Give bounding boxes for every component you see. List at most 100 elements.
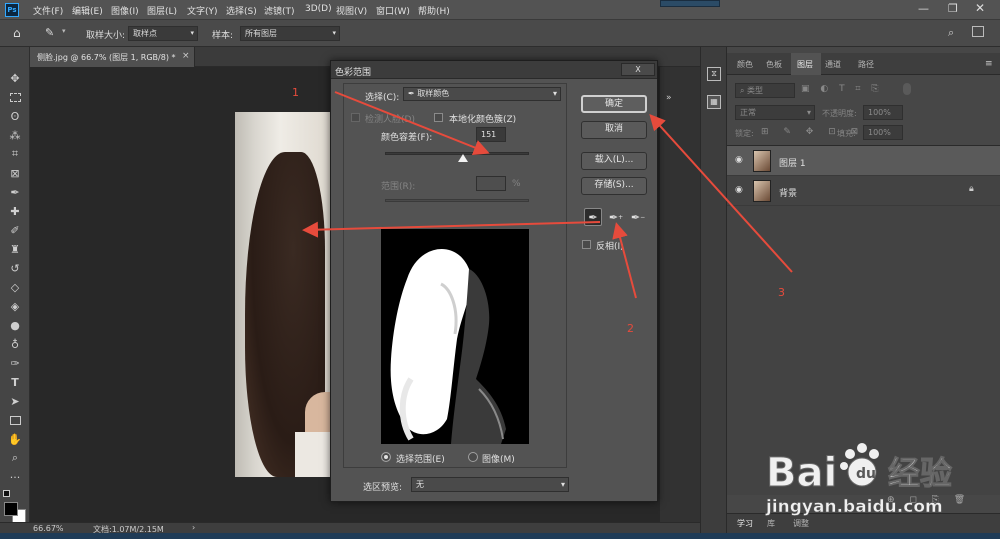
move-tool-icon[interactable]: ✥	[7, 71, 23, 85]
status-menu-icon[interactable]: ›	[192, 523, 195, 532]
close-tab-icon[interactable]: ×	[182, 51, 190, 61]
restore-button[interactable]: ❐	[948, 2, 958, 15]
performance-indicator	[660, 0, 720, 7]
invert-checkbox[interactable]	[582, 240, 591, 249]
range-unit: %	[512, 179, 521, 189]
minimize-button[interactable]: —	[918, 2, 929, 15]
menu-item[interactable]: 视图(V)	[336, 4, 367, 17]
sample-size-select[interactable]: 取样点 ▾	[128, 26, 198, 41]
ok-button[interactable]: 确定	[581, 95, 647, 113]
opacity-field[interactable]: 100%	[863, 105, 903, 120]
dialog-title-bar[interactable]: 色彩范围 X	[331, 61, 657, 79]
selection-preview-label: 选区预览:	[363, 483, 403, 493]
sample-select[interactable]: 所有图层 ▾	[240, 26, 340, 41]
gradient-tool-icon[interactable]: ◈	[7, 299, 23, 313]
more-tools-icon[interactable]: ···	[7, 470, 23, 484]
workspace-icon[interactable]	[972, 26, 984, 37]
panel-tab[interactable]: 路径	[858, 59, 874, 70]
select-value: 取样颜色	[417, 89, 450, 98]
menu-item[interactable]: 帮助(H)	[418, 4, 450, 17]
document-tab[interactable]: 侧脸.jpg @ 66.7% (图层 1, RGB/8) * ×	[30, 47, 195, 67]
subtract-from-sample-icon[interactable]: ✒ −	[629, 208, 647, 226]
type-tool-icon[interactable]: T	[7, 375, 23, 389]
menu-item[interactable]: 文件(F)	[33, 4, 63, 17]
menu-item[interactable]: 滤镜(T)	[264, 4, 295, 17]
panel-tab[interactable]: 颜色	[737, 59, 753, 70]
menu-item[interactable]: 3D(D)	[305, 4, 332, 14]
bottom-panel-tab[interactable]: 调整	[793, 518, 809, 529]
panel-tab[interactable]: 色板	[766, 59, 782, 70]
fuzziness-field[interactable]: 151	[476, 127, 506, 142]
panel-menu-icon[interactable]: ≡	[985, 59, 993, 69]
menu-item[interactable]: 窗口(W)	[376, 4, 410, 17]
properties-panel-icon[interactable]: ▦	[707, 95, 721, 109]
hand-tool-icon[interactable]: ✋	[7, 432, 23, 446]
home-icon[interactable]: ⌂	[13, 26, 21, 40]
frame-tool-icon[interactable]: ⊠	[7, 166, 23, 180]
select-dropdown[interactable]: ✒ 取样颜色 ▾	[403, 87, 561, 101]
fuzziness-slider-handle[interactable]	[457, 154, 468, 162]
default-colors-icon[interactable]	[3, 490, 10, 497]
path-select-icon[interactable]: ➤	[7, 394, 23, 408]
bottom-panel-tab[interactable]: 学习	[737, 518, 753, 529]
selection-preview-select[interactable]: 无 ▾	[411, 477, 569, 492]
dodge-tool-icon[interactable]: ♁	[7, 337, 23, 351]
visibility-eye-icon[interactable]: ◉	[735, 185, 743, 195]
foreground-color-swatch[interactable]	[4, 502, 18, 516]
load-button[interactable]: 载入(L)...	[581, 152, 647, 170]
detect-faces-checkbox[interactable]	[351, 113, 360, 122]
range-field[interactable]	[476, 176, 506, 191]
panel-tab[interactable]: 图层	[797, 59, 813, 70]
zoom-level[interactable]: 66.67%	[33, 524, 64, 533]
pen-tool-icon[interactable]: ✑	[7, 356, 23, 370]
visibility-eye-icon[interactable]: ◉	[735, 155, 743, 165]
filter-toggle-icon[interactable]	[903, 83, 911, 95]
history-panel-icon[interactable]: ⧖	[707, 67, 721, 81]
lasso-tool-icon[interactable]: ʘ	[7, 109, 23, 123]
bottom-panel-tab[interactable]: 库	[767, 518, 775, 529]
layer-row[interactable]: ◉ 背景 🔒︎	[727, 176, 1000, 206]
dialog-close-button[interactable]: X	[621, 63, 655, 76]
layer-filter-select[interactable]: ⌕ 类型	[735, 83, 795, 98]
eyedropper-icon[interactable]: ✒	[7, 185, 23, 199]
menu-item[interactable]: 选择(S)	[226, 4, 257, 17]
marquee-tool-icon[interactable]	[7, 90, 23, 104]
eraser-tool-icon[interactable]: ◇	[7, 280, 23, 294]
menu-item[interactable]: 图像(I)	[111, 4, 139, 17]
sample-size-label: 取样大小:	[86, 31, 126, 41]
history-brush-icon[interactable]: ↺	[7, 261, 23, 275]
cancel-button[interactable]: 取消	[581, 121, 647, 139]
add-to-sample-icon[interactable]: ✒ +	[607, 208, 625, 226]
blend-mode-select[interactable]: 正常 ▾	[735, 105, 815, 120]
selection-preview[interactable]	[381, 229, 529, 444]
zoom-tool-icon[interactable]: ⌕	[7, 451, 23, 465]
menu-item[interactable]: 图层(L)	[147, 4, 177, 17]
layer-row[interactable]: ◉ 图层 1	[727, 146, 1000, 176]
filter-icons[interactable]: ▣ ◐ T ⌗ ⎘	[801, 84, 883, 94]
menu-item[interactable]: 文字(Y)	[187, 4, 218, 17]
selection-radio[interactable]	[381, 452, 391, 462]
crop-tool-icon[interactable]: ⌗	[7, 147, 23, 161]
localized-clusters-checkbox[interactable]	[434, 113, 443, 122]
close-window-button[interactable]: ✕	[975, 1, 985, 15]
panel-tab[interactable]: 通道	[825, 59, 841, 70]
blur-tool-icon[interactable]: ●	[7, 318, 23, 332]
clone-stamp-icon[interactable]: ♜	[7, 242, 23, 256]
search-icon[interactable]: ⌕	[948, 26, 954, 40]
healing-brush-icon[interactable]: ✚	[7, 204, 23, 218]
magic-wand-icon[interactable]: ⁂	[7, 128, 23, 142]
layer-name[interactable]: 背景	[779, 186, 797, 199]
rectangle-tool-icon[interactable]	[7, 413, 23, 427]
fill-field[interactable]: 100%	[863, 125, 903, 140]
menu-item[interactable]: 编辑(E)	[72, 4, 103, 17]
collapse-panels-icon[interactable]: »	[666, 93, 672, 103]
baidu-watermark: Bai du 经验 jingyan.baidu.com	[760, 432, 1000, 518]
image-radio[interactable]	[468, 452, 478, 462]
layer-name[interactable]: 图层 1	[779, 156, 806, 169]
chevron-down-icon[interactable]: ▾	[62, 27, 66, 35]
eyedropper-tool-icon[interactable]: ✎	[45, 26, 54, 39]
save-button[interactable]: 存储(S)...	[581, 177, 647, 195]
brush-tool-icon[interactable]: ✐	[7, 223, 23, 237]
select-label: 选择(C):	[365, 93, 400, 103]
eyedropper-tool-icon[interactable]: ✒	[584, 208, 602, 226]
